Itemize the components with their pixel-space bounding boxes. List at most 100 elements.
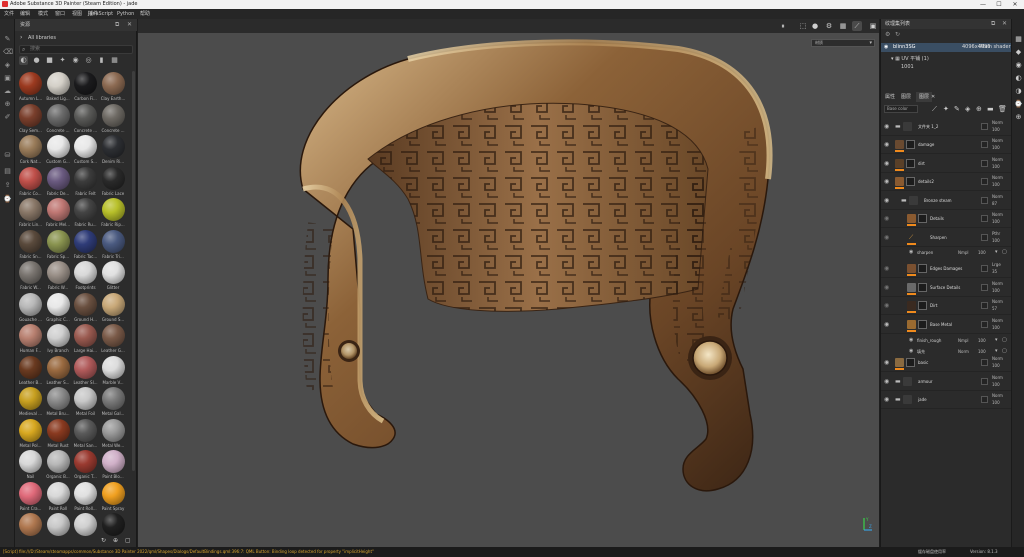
layer-blend-mode[interactable]: Norm [992, 120, 1003, 125]
share-icon[interactable]: ⇪ [3, 181, 12, 190]
filters-filter-icon[interactable]: ◉ [71, 56, 80, 65]
visibility-icon[interactable]: ◉ [884, 43, 888, 52]
refresh-icon[interactable]: ↻ [101, 535, 106, 547]
search-input[interactable]: ⌕ 搜索 [19, 45, 133, 54]
layer-opacity[interactable]: 100 [992, 164, 1000, 169]
layer-row[interactable]: ◉ ▬ jade Norm 100 [881, 391, 1012, 409]
eraser-icon[interactable]: ⌫ [3, 48, 13, 57]
layer-opacity-box[interactable] [981, 396, 988, 403]
visibility-icon[interactable]: ◉ [884, 178, 889, 185]
menu-python[interactable]: Python [117, 9, 134, 19]
picker-icon[interactable]: ✐ [3, 113, 12, 122]
visibility-icon[interactable]: ◉ [884, 141, 889, 148]
tab-history[interactable]: 图层 [901, 92, 911, 102]
refresh-icon[interactable]: ↻ [895, 31, 900, 38]
popout-icon[interactable]: ⧉ [991, 19, 995, 29]
layer-row[interactable]: ◉ details2 Norm 100 [881, 173, 1012, 191]
menu-help[interactable]: 帮助 [140, 9, 150, 19]
particles-filter-icon[interactable]: ◎ [84, 56, 93, 65]
layer-opacity[interactable]: 35 [992, 269, 997, 274]
layer-row[interactable]: ◉ Base Metal Norm 100 [881, 316, 1012, 334]
menu-javascript[interactable]: JavaScript [88, 9, 113, 19]
alphas-filter-icon[interactable]: ▦ [110, 56, 119, 65]
effect-row[interactable]: ◉ 填充 Norm 100 ▾ ▢ [881, 346, 1012, 358]
3d-viewport[interactable]: ⏸ ⬚ ● ⚙ ▦ ⟋ ▣ 材质 ▾ Y Z [138, 19, 879, 547]
visibility-icon[interactable]: ◉ [884, 284, 889, 291]
layer-blend-mode[interactable]: Norm [992, 175, 1003, 180]
layer-opacity[interactable]: 100 [992, 382, 1000, 387]
effect-blend-mode[interactable]: Nmpl [958, 338, 969, 343]
menu-edit[interactable]: 编辑 [20, 9, 30, 19]
effect-opacity[interactable]: 100 [978, 349, 986, 354]
layer-opacity[interactable]: 100 [992, 400, 1000, 405]
effect-toggle-icon[interactable]: ▢ [1002, 337, 1007, 343]
layer-opacity-box[interactable] [981, 123, 988, 130]
visibility-icon[interactable]: ◉ [884, 215, 889, 222]
render-icon[interactable]: ▤ [3, 167, 12, 176]
layer-opacity[interactable]: 100 [992, 182, 1000, 187]
layer-blend-mode[interactable]: Norm [992, 393, 1003, 398]
layer-opacity-box[interactable] [981, 178, 988, 185]
layer-row[interactable]: ◉ damage Norm 100 [881, 136, 1012, 154]
texture-set-list-icon[interactable]: ▦ [1014, 35, 1023, 44]
layer-blend-mode[interactable]: Lrge [992, 262, 1001, 267]
add-effect-icon[interactable]: ✦ [943, 104, 949, 114]
visibility-icon[interactable]: ◉ [909, 348, 913, 354]
delete-layer-icon[interactable]: 🗑 [998, 104, 1007, 114]
layer-opacity-box[interactable] [981, 284, 988, 291]
layers-icon[interactable]: ◆ [1014, 48, 1023, 57]
paint-layer-icon[interactable]: ✎ [954, 104, 960, 114]
import-icon[interactable]: ▢ [125, 535, 131, 547]
layer-opacity-box[interactable] [981, 265, 988, 272]
layer-opacity[interactable]: 57 [992, 306, 997, 311]
layer-row[interactable]: ◉ Details Norm 100 [881, 210, 1012, 228]
layer-opacity-box[interactable] [981, 378, 988, 385]
close-panel-icon[interactable]: ✕ [1002, 19, 1007, 29]
layer-opacity-box[interactable] [981, 302, 988, 309]
visibility-icon[interactable]: ◉ [884, 359, 889, 366]
brushes-filter-icon[interactable]: ✦ [58, 56, 67, 65]
uv-tile-number[interactable]: 1001 [891, 63, 929, 71]
layer-row[interactable]: ◉ Surface Details Norm 100 [881, 279, 1012, 297]
texture-set-row[interactable]: ◉ blinn3SG 4096x4096 Main shader [881, 43, 1012, 52]
bake-settings-icon[interactable]: ⊕ [1014, 113, 1023, 122]
effect-opacity[interactable]: 100 [978, 250, 986, 255]
effect-blend-mode[interactable]: Norm [958, 349, 969, 354]
layer-opacity[interactable]: 100 [992, 145, 1000, 150]
menu-mode[interactable]: 模式 [38, 9, 48, 19]
visibility-icon[interactable]: ◉ [884, 302, 889, 309]
history-panel-icon[interactable]: ⌚ [1014, 100, 1023, 109]
layer-blend-mode[interactable]: Norm [992, 157, 1003, 162]
layer-blend-mode[interactable]: Norm [992, 281, 1003, 286]
settings-icon[interactable]: ⚙ [885, 31, 890, 38]
layer-row[interactable]: ◉ ▬ Bronze steam Norm 87 [881, 192, 1012, 210]
layer-row[interactable]: ◉ dirt Norm 100 [881, 155, 1012, 173]
effect-toggle-icon[interactable]: ▢ [1002, 249, 1007, 255]
effect-toggle-icon[interactable]: ▢ [1002, 348, 1007, 354]
texture-settings-icon[interactable]: ◉ [1014, 61, 1023, 70]
popout-icon[interactable]: ⧉ [115, 19, 119, 31]
layer-opacity-box[interactable] [981, 215, 988, 222]
visibility-icon[interactable]: ◉ [884, 123, 889, 130]
effect-opacity[interactable]: 100 [978, 338, 986, 343]
log-message[interactable]: [Script] file:///D:/Steam/steamapps/comm… [3, 547, 374, 557]
layer-blend-mode[interactable]: Norm [992, 318, 1003, 323]
layer-opacity[interactable]: 100 [992, 219, 1000, 224]
layer-row[interactable]: ◉ Edges Damages Lrge 35 [881, 260, 1012, 278]
bake-icon[interactable]: ⛁ [3, 151, 12, 160]
visibility-icon[interactable]: ◉ [884, 265, 889, 272]
layer-opacity-box[interactable] [981, 197, 988, 204]
add-mask-icon[interactable]: ⊕ [976, 104, 982, 114]
shelf-scrollbar[interactable] [132, 71, 135, 471]
shader-settings-icon[interactable]: ◑ [1014, 87, 1023, 96]
visibility-icon[interactable]: ◉ [884, 234, 889, 241]
tab-properties[interactable]: 属性 [885, 92, 895, 102]
textures-filter-icon[interactable]: ■ [45, 56, 54, 65]
paint-brush-icon[interactable]: ✎ [3, 35, 12, 44]
layer-opacity[interactable]: 100 [992, 288, 1000, 293]
layer-blend-mode[interactable]: Norm [992, 138, 1003, 143]
close-button[interactable]: ✕ [1008, 0, 1022, 9]
layer-opacity-box[interactable] [981, 234, 988, 241]
tools-filter-icon[interactable]: ▮ [97, 56, 106, 65]
layer-blend-mode[interactable]: Norm [992, 212, 1003, 217]
